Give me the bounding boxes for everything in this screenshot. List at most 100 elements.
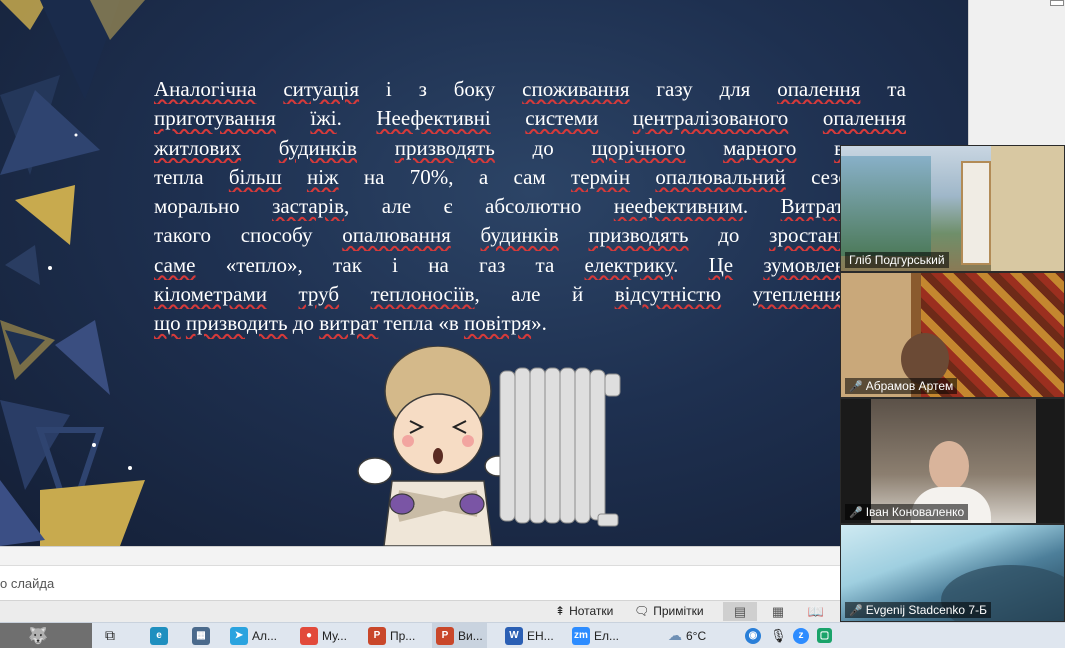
text-segment: і з боку	[359, 77, 523, 101]
text-segment: до	[494, 135, 592, 160]
text-segment: їжі	[310, 106, 337, 131]
slide-canvas[interactable]: Аналогічна ситуація і з боку споживання …	[0, 0, 968, 546]
taskbar-app-label: ЕН...	[527, 628, 554, 643]
cold-person-illustration	[357, 346, 621, 546]
text-segment	[491, 106, 526, 130]
text-segment	[733, 253, 763, 277]
mic-muted-icon: 🎤	[849, 506, 863, 519]
text-segment: , але й	[474, 282, 615, 307]
text-segment: опалювання	[342, 223, 451, 248]
text-segment: труб	[298, 282, 340, 307]
text-segment	[241, 136, 279, 160]
slide-text-line: такого способу опалювання будинків призв…	[154, 221, 906, 250]
text-segment: Неефективні	[376, 106, 491, 131]
notes-button[interactable]: ⇞ Нотатки	[555, 604, 613, 618]
cloud-icon: ☁	[668, 627, 682, 643]
text-segment: ».	[531, 311, 547, 336]
text-segment	[721, 282, 752, 306]
text-segment: призводять	[588, 223, 689, 248]
task-view-button[interactable]: ⧉	[105, 623, 115, 648]
participant-video-1[interactable]: Гліб Подгурський	[840, 145, 1065, 272]
slide-text-line: що призводить до витрат тепла «в повітря…	[154, 309, 906, 338]
participant-name-tag: 🎤 Абрамов Артем	[845, 378, 958, 394]
weather-widget[interactable]: ☁ 6°C	[668, 623, 706, 648]
text-segment: житлових	[154, 135, 242, 160]
text-segment: ситуація	[283, 77, 360, 101]
edge-button[interactable]: e	[150, 623, 168, 648]
taskbar-app-label: Ви...	[458, 628, 483, 643]
comments-button-label: Примітки	[653, 604, 704, 618]
app-24-icon: ◉	[745, 627, 761, 644]
taskbar-app-zoom[interactable]: zm Ел...	[572, 623, 619, 648]
word-icon: W	[505, 626, 523, 645]
text-segment: тепла	[154, 164, 229, 189]
slide-text-line: житлових будинків призводять до щорічног…	[154, 134, 906, 163]
text-segment: повітря	[463, 311, 532, 336]
normal-view-button[interactable]: ▤	[723, 602, 757, 621]
text-segment: , але є абсолютно	[344, 194, 614, 219]
tray-icon-24[interactable]: ◉	[745, 623, 761, 648]
text-segment	[685, 136, 723, 160]
taskbar-app-telegram[interactable]: ➤ Ал...	[230, 623, 277, 648]
slide-thumbnail-pane[interactable]	[968, 0, 1065, 145]
search-box[interactable]: 🐺	[0, 623, 92, 648]
text-segment	[276, 106, 311, 130]
participant-name: Гліб Подгурський	[849, 253, 945, 267]
participant-video-4[interactable]: 🎤 Evgenij Stadcenko 7-Б	[840, 524, 1065, 622]
zoom-tray[interactable]: z	[793, 623, 809, 648]
taskbar-app-label: Му...	[322, 628, 347, 643]
text-segment: «тепло», так і на газ та	[195, 252, 585, 277]
text-segment: системи	[525, 106, 599, 131]
chrome-icon: ●	[300, 626, 318, 645]
notes-placeholder[interactable]: о слайда	[0, 576, 54, 591]
text-segment: кілометрами	[154, 282, 268, 307]
text-segment: .	[673, 252, 709, 277]
powerpoint-icon: P	[436, 626, 454, 645]
participant-name-tag: Гліб Подгурський	[845, 252, 949, 268]
windows-taskbar: 🐺 ⧉ e ▦ ➤ Ал... ● Му... P Пр... P Ви... W ЕН... zm…	[0, 622, 1065, 648]
app-tray[interactable]: ▢	[817, 623, 832, 648]
text-segment	[357, 136, 395, 160]
participant-video-2[interactable]: 🎤 Абрамов Артем	[840, 272, 1065, 398]
text-segment: такого способу	[154, 223, 343, 248]
text-segment: будинків	[278, 135, 357, 160]
calculator-button[interactable]: ▦	[192, 623, 210, 648]
text-segment: будинків	[480, 223, 559, 248]
notes-pane[interactable]: о слайда	[0, 546, 840, 602]
text-segment: тепла «в	[378, 311, 464, 336]
weather-temp: 6°C	[686, 628, 707, 643]
slide-sorter-button[interactable]: ▦	[761, 602, 795, 621]
text-segment: неефективним	[613, 194, 743, 219]
slide-body-text[interactable]: Аналогічна ситуація і з боку споживання …	[154, 75, 906, 339]
edge-icon: e	[150, 626, 168, 645]
text-segment	[256, 77, 283, 101]
comments-button[interactable]: 🗨 Примітки	[634, 604, 704, 618]
participant-name: Іван Коноваленко	[865, 505, 965, 519]
microphone-tray[interactable]: 🎙	[770, 623, 787, 648]
taskbar-app-word[interactable]: W ЕН...	[505, 623, 554, 648]
participant-name-tag: 🎤 Іван Коноваленко	[845, 504, 969, 520]
text-segment: на 70%, а сам	[338, 164, 572, 189]
text-segment: теплоносіїв	[370, 282, 475, 307]
mic-muted-icon: 🎤	[849, 380, 863, 393]
notes-icon: ⇞	[555, 604, 566, 618]
taskbar-app-powerpoint[interactable]: P Пр...	[368, 623, 415, 648]
text-segment: витрат	[319, 311, 379, 336]
reading-view-button[interactable]: 📖	[799, 602, 833, 621]
taskbar-app-powerpoint[interactable]: P Ви...	[432, 623, 487, 648]
text-segment	[339, 282, 370, 306]
text-segment: .	[742, 194, 781, 219]
text-segment: опалювальний	[655, 164, 786, 189]
text-segment: та	[860, 77, 906, 101]
text-segment: споживання	[522, 77, 630, 101]
text-segment: електрику	[584, 252, 674, 277]
text-segment	[451, 223, 481, 247]
text-segment	[267, 282, 298, 306]
text-segment: ніж	[306, 164, 339, 189]
scroll-handle[interactable]	[1050, 0, 1064, 6]
text-segment	[598, 106, 633, 130]
participant-video-3[interactable]: 🎤 Іван Коноваленко	[840, 398, 1065, 524]
taskbar-app-chrome[interactable]: ● Му...	[300, 623, 347, 648]
notes-button-label: Нотатки	[569, 604, 614, 618]
text-segment: .	[336, 106, 377, 131]
